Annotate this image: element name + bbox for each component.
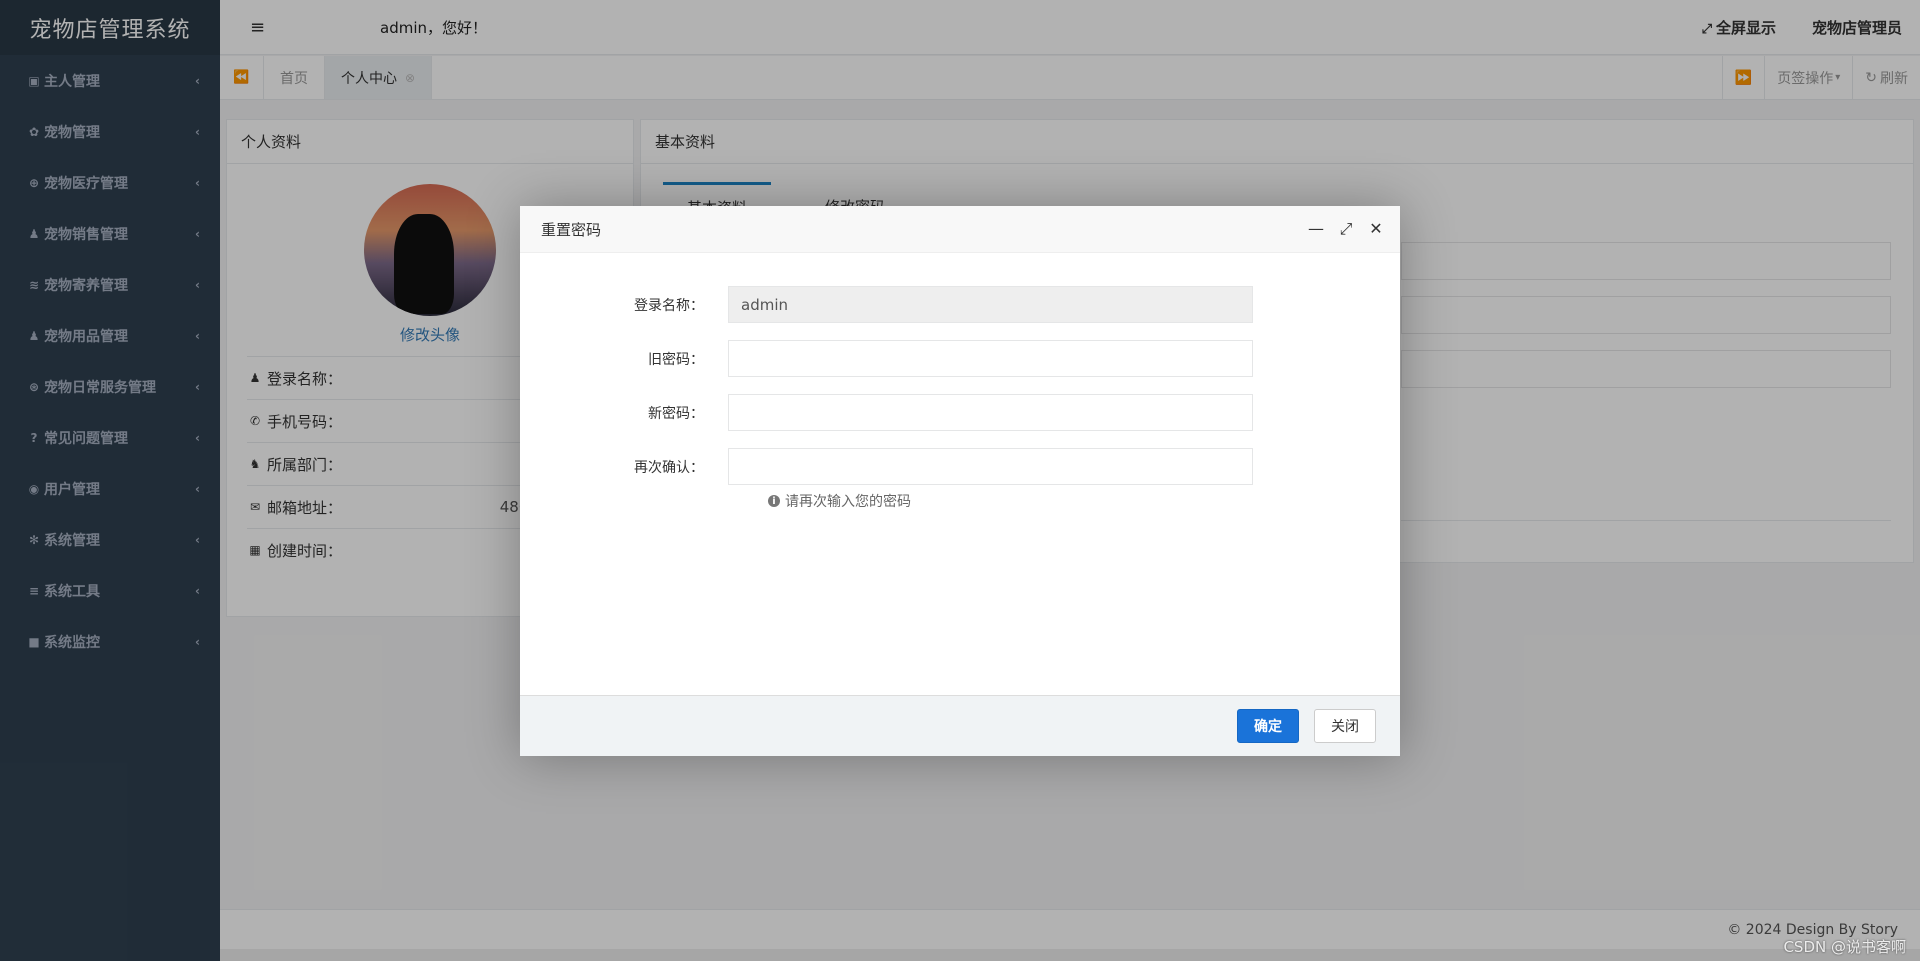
watermark: CSDN @说书客啊 — [1783, 938, 1906, 956]
new-password-label: 新密码： — [648, 405, 704, 422]
login-name-field[interactable] — [728, 286, 1253, 323]
maximize-icon[interactable]: ⤢ — [1332, 219, 1360, 239]
dialog-title: 重置密码 — [541, 220, 602, 239]
form-row-confirm-password: 再次确认： — [520, 448, 1400, 485]
hint-text: 请再次输入您的密码 — [785, 494, 911, 510]
dialog-footer: 确定 关闭 — [520, 695, 1400, 756]
dialog-header: 重置密码 — ⤢ ✕ — [520, 206, 1400, 253]
close-button[interactable]: 关闭 — [1314, 709, 1376, 743]
reset-password-dialog: 重置密码 — ⤢ ✕ 登录名称： 旧密码： 新密码： 再次确认： i 请再次输入… — [520, 206, 1400, 756]
minimize-icon[interactable]: — — [1302, 219, 1330, 239]
login-name-label: 登录名称： — [634, 297, 704, 314]
confirm-password-field[interactable] — [728, 448, 1253, 485]
close-icon[interactable]: ✕ — [1362, 219, 1390, 239]
new-password-field[interactable] — [728, 394, 1253, 431]
old-password-field[interactable] — [728, 340, 1253, 377]
dialog-window-controls: — ⤢ ✕ — [1302, 219, 1400, 239]
confirm-button[interactable]: 确定 — [1237, 709, 1299, 743]
old-password-label: 旧密码： — [648, 351, 704, 368]
confirm-password-label: 再次确认： — [634, 459, 704, 476]
form-row-new-password: 新密码： — [520, 394, 1400, 431]
confirm-hint: i 请再次输入您的密码 — [768, 491, 911, 511]
form-row-login: 登录名称： — [520, 286, 1400, 323]
form-row-old-password: 旧密码： — [520, 340, 1400, 377]
info-circle-icon: i — [768, 495, 780, 507]
